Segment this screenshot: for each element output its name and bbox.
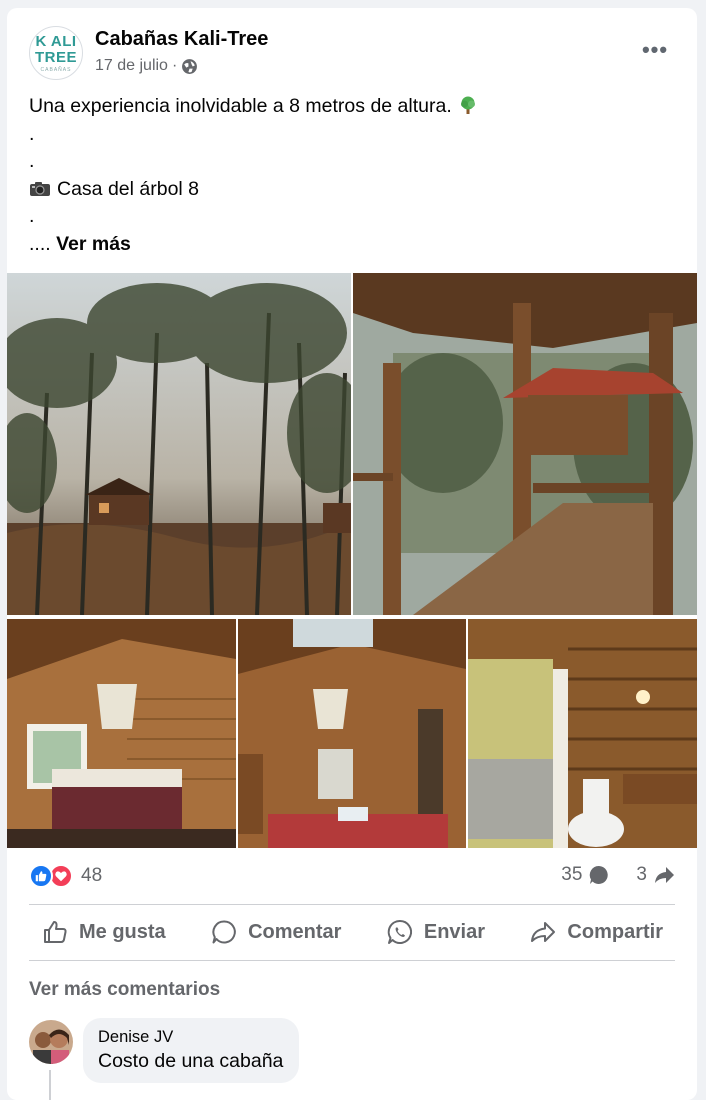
send-button[interactable]: Enviar <box>374 910 497 954</box>
bedroom1-photo-image <box>7 619 236 848</box>
reaction-summary[interactable]: 48 <box>29 864 102 888</box>
photo-treehouse-forest[interactable] <box>7 273 351 615</box>
post-text-line: . <box>29 122 35 145</box>
forest-photo-image <box>7 273 351 615</box>
comment-icon <box>212 920 236 944</box>
like-button[interactable]: Me gusta <box>29 910 178 954</box>
bridge-photo-image <box>353 273 697 615</box>
view-more-comments-link[interactable]: Ver más comentarios <box>29 979 220 1001</box>
stats-divider <box>29 904 675 905</box>
share-label: Compartir <box>567 920 663 943</box>
see-more-link[interactable]: Ver más <box>56 233 131 255</box>
comment-count[interactable]: 35 <box>561 864 582 886</box>
post-text-line: .... Ver más <box>29 232 131 255</box>
photo-bridge-walkway[interactable] <box>353 273 697 615</box>
more-options-button[interactable]: ••• <box>635 30 675 70</box>
like-label: Me gusta <box>79 920 166 943</box>
post-text: Una experiencia inolvidable a 8 metros d… <box>29 93 679 258</box>
share-button[interactable]: Compartir <box>517 910 675 954</box>
logo-text-line2: TREE <box>34 48 77 66</box>
comment-bubble-icon <box>590 865 609 884</box>
photo-bedroom-1[interactable] <box>7 619 236 848</box>
bedroom2-photo-image <box>238 619 466 848</box>
comment-button[interactable]: Comentar <box>198 910 353 954</box>
whatsapp-icon <box>387 919 412 944</box>
avatar[interactable] <box>29 1020 73 1064</box>
page-name-link[interactable]: Cabañas Kali-Tree <box>95 28 268 51</box>
share-count[interactable]: 3 <box>636 864 647 886</box>
thumbs-up-icon <box>44 921 67 943</box>
like-icon <box>29 864 53 888</box>
commenter-avatar-image <box>29 1020 73 1064</box>
post-date[interactable]: 17 de julio <box>95 57 168 75</box>
globe-icon[interactable] <box>181 58 198 75</box>
reaction-count: 48 <box>81 865 103 886</box>
post-card: K ALI TREE CABAÑAS Cabañas Kali-Tree 17 … <box>7 8 697 1100</box>
meta-separator: · <box>171 57 178 74</box>
post-text-line: . <box>29 150 35 172</box>
photo-bedroom-2[interactable] <box>238 619 466 848</box>
post-actions: Me gusta Comentar Enviar Compartir <box>29 906 675 958</box>
camera-icon <box>30 181 50 196</box>
actions-divider <box>29 960 675 961</box>
post-stats: 35 3 <box>561 864 675 886</box>
thread-line <box>49 1070 51 1100</box>
post-text-line: Una experiencia inolvidable a 8 metros d… <box>29 93 679 121</box>
post-meta: 17 de julio · <box>95 57 198 75</box>
share-icon <box>531 922 556 942</box>
logo-text-line3: CABAÑAS <box>40 66 72 73</box>
tree-emoji-icon <box>460 96 475 114</box>
photo-bathroom[interactable] <box>468 619 697 848</box>
page-avatar-logo[interactable]: K ALI TREE CABAÑAS <box>29 26 83 80</box>
comment-label: Comentar <box>248 920 342 943</box>
share-arrow-icon <box>655 867 674 883</box>
comment-text: Costo de una cabaña <box>98 1050 284 1072</box>
comment-bubble[interactable]: Denise JV Costo de una cabaña <box>83 1018 300 1083</box>
post-text-line: Casa del árbol 8 <box>29 176 679 204</box>
post-text-line: . <box>29 205 35 227</box>
logo-text-line1: K ALI <box>35 32 77 50</box>
bathroom-photo-image <box>468 619 697 848</box>
send-label: Enviar <box>423 920 486 943</box>
comment-author[interactable]: Denise JV <box>98 1028 283 1047</box>
